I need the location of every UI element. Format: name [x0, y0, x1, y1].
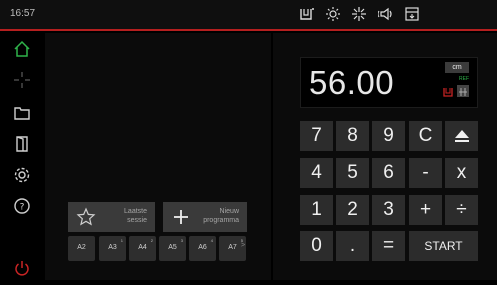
- last-session-label-line1: Laatste: [124, 208, 147, 215]
- clock: 16:57: [10, 8, 36, 19]
- key-minus[interactable]: -: [409, 158, 442, 188]
- key-2[interactable]: 2: [336, 195, 369, 225]
- key-8[interactable]: 8: [336, 121, 369, 151]
- new-program-label-line2: programma: [203, 217, 239, 224]
- preset-label: A6: [198, 244, 207, 251]
- preset-label: A4: [138, 244, 147, 251]
- preset-button[interactable]: 4 A6: [189, 236, 216, 261]
- key-divide[interactable]: ÷: [445, 195, 478, 225]
- reference-icon[interactable]: [457, 85, 469, 97]
- preset-button[interactable]: 1 A3: [99, 236, 126, 261]
- key-decimal[interactable]: .: [336, 231, 369, 261]
- power-icon[interactable]: [13, 259, 31, 277]
- preset-label: A5: [168, 244, 177, 251]
- key-plus[interactable]: +: [409, 195, 442, 225]
- last-session-label-line2: sessie: [127, 217, 147, 224]
- eject-icon: [454, 130, 469, 142]
- unit-toggle[interactable]: cm: [445, 62, 469, 73]
- preset-index: 1: [120, 238, 123, 243]
- presets-more-arrow[interactable]: >: [241, 242, 245, 249]
- preset-button[interactable]: A2: [68, 236, 95, 261]
- saw-lamp-icon[interactable]: [299, 6, 315, 22]
- door-icon[interactable]: [13, 135, 31, 153]
- svg-text:?: ?: [20, 203, 25, 213]
- preset-label: A3: [108, 244, 117, 251]
- machine-icon[interactable]: [404, 6, 420, 22]
- plus-icon: [171, 207, 191, 227]
- speaker-icon[interactable]: [378, 6, 394, 22]
- start-button[interactable]: START: [409, 231, 478, 261]
- sidebar: [0, 31, 44, 285]
- key-equals[interactable]: =: [372, 231, 405, 261]
- status-bar-divider: [0, 29, 497, 31]
- eject-button[interactable]: [445, 121, 478, 151]
- key-0[interactable]: 0: [300, 231, 333, 261]
- status-bar: [0, 0, 497, 29]
- sun-icon[interactable]: [325, 6, 341, 22]
- preset-index: 4: [210, 238, 213, 243]
- key-1[interactable]: 1: [300, 195, 333, 225]
- new-program-button[interactable]: Nieuw programma: [163, 202, 247, 232]
- preset-label: A2: [77, 244, 86, 251]
- ref-label: REF: [459, 76, 469, 82]
- key-7[interactable]: 7: [300, 121, 333, 151]
- help-icon[interactable]: ?: [13, 197, 31, 215]
- key-9[interactable]: 9: [372, 121, 405, 151]
- sparkle-icon[interactable]: [351, 6, 367, 22]
- key-6[interactable]: 6: [372, 158, 405, 188]
- calculator-display: 56.00 cm REF: [300, 57, 478, 108]
- display-value: 56.00: [309, 64, 395, 101]
- key-5[interactable]: 5: [336, 158, 369, 188]
- home-icon[interactable]: [13, 40, 31, 58]
- folder-icon[interactable]: [13, 104, 31, 122]
- star-icon: [76, 207, 96, 227]
- saw-red-icon: [442, 85, 454, 97]
- last-session-button[interactable]: Laatste sessie: [68, 202, 155, 232]
- key-4[interactable]: 4: [300, 158, 333, 188]
- preset-button[interactable]: 2 A4: [129, 236, 156, 261]
- preset-index: 2: [150, 238, 153, 243]
- crosshair-icon[interactable]: [13, 71, 31, 89]
- preset-index: 3: [180, 238, 183, 243]
- new-program-label-line1: Nieuw: [219, 208, 239, 215]
- key-clear[interactable]: C: [409, 121, 442, 151]
- settings-gear-icon[interactable]: [13, 166, 31, 184]
- key-3[interactable]: 3: [372, 195, 405, 225]
- key-multiply[interactable]: x: [445, 158, 478, 188]
- preset-button[interactable]: 3 A5: [159, 236, 186, 261]
